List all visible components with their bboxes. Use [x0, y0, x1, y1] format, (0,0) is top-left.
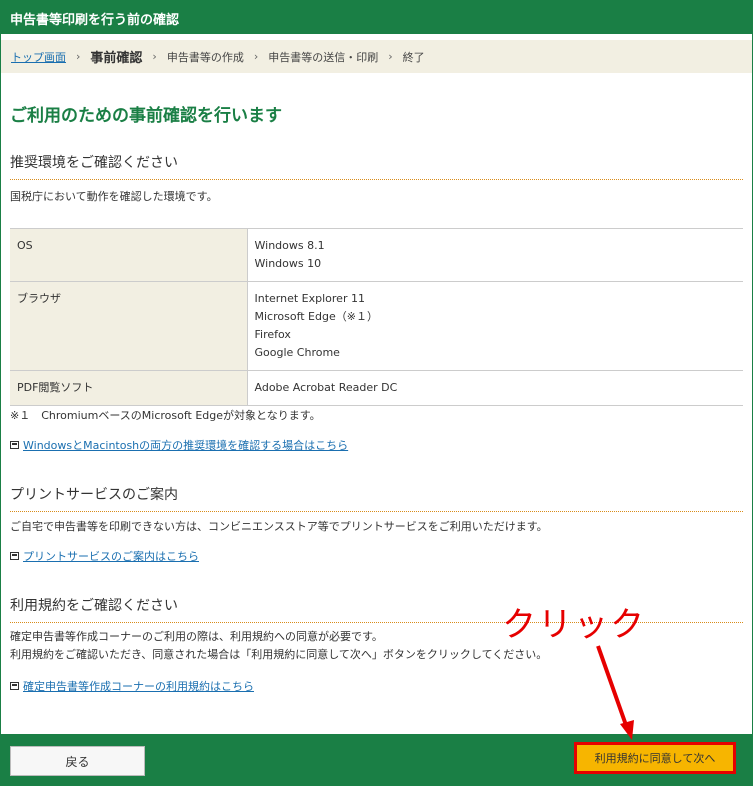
- annotation-arrow-icon: [596, 645, 634, 740]
